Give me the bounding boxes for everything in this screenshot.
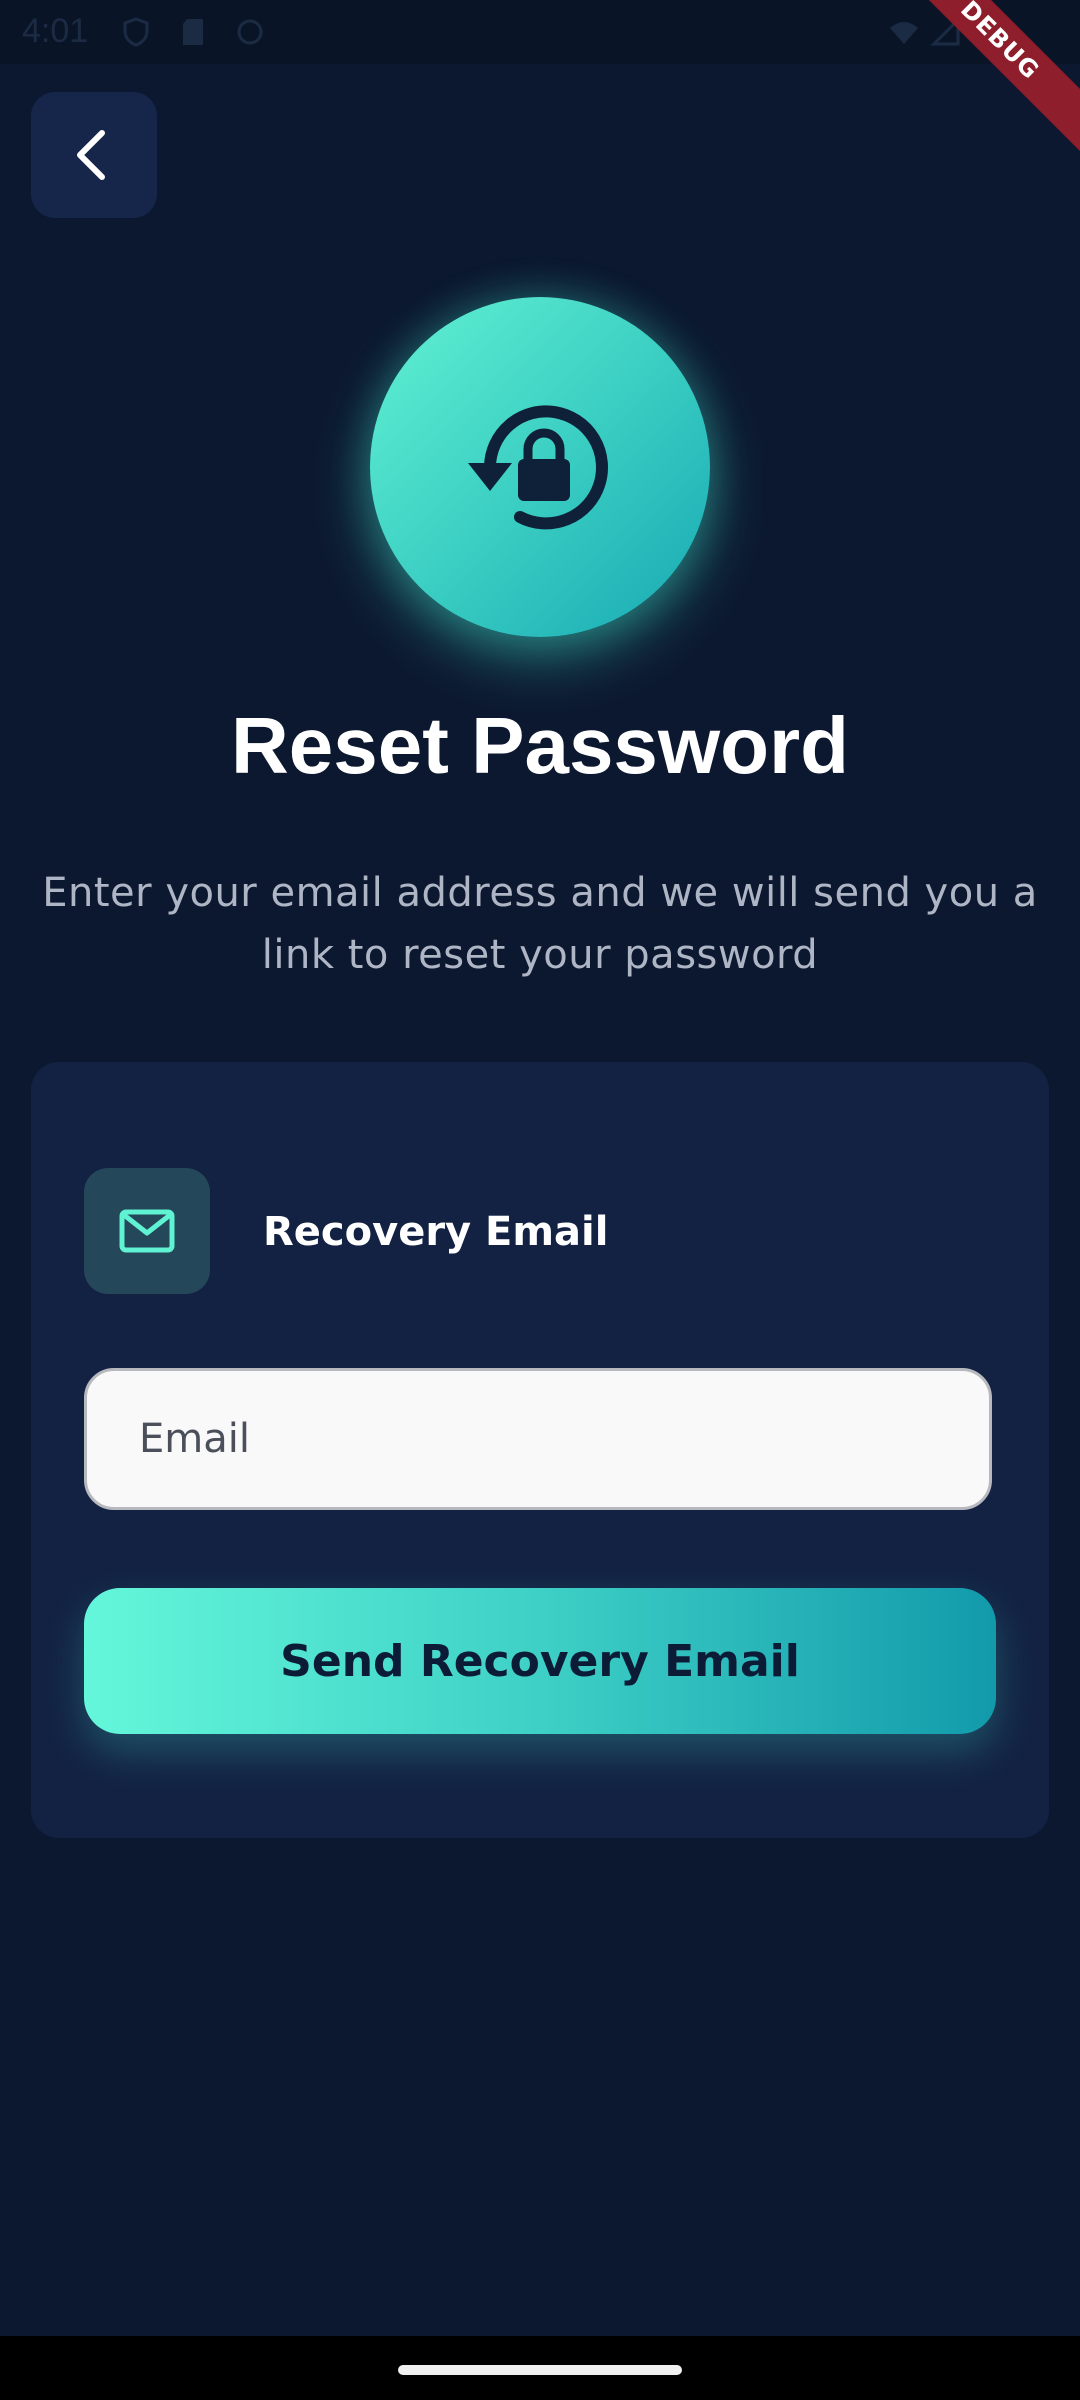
mail-icon-box (84, 1168, 210, 1294)
recovery-card: Recovery Email Send Recovery Email (31, 1062, 1049, 1838)
page-title: Reset Password (230, 701, 850, 790)
status-bar: 4:01 DEBUG (0, 0, 1080, 162)
reset-password-screen: 4:01 DEBUG Reset Password Enter your ema… (0, 0, 1080, 2400)
hero-icon-circle (370, 297, 710, 637)
back-button[interactable] (31, 92, 157, 218)
page-subtitle: Enter your email address and we will sen… (42, 870, 1038, 978)
shield-icon (123, 17, 149, 47)
navigation-bar (0, 2336, 1080, 2400)
chevron-left-icon (77, 130, 105, 180)
mail-icon (119, 1209, 175, 1253)
home-indicator[interactable] (398, 2365, 682, 2375)
lock-reset-icon (468, 405, 608, 530)
email-field[interactable] (84, 1368, 992, 1510)
wifi-icon (890, 22, 918, 44)
section-label: Recovery Email (263, 1209, 609, 1255)
sd-card-icon (183, 19, 203, 45)
send-recovery-email-button[interactable]: Send Recovery Email (84, 1588, 996, 1734)
sync-icon (237, 19, 263, 45)
status-time: 4:01 (22, 12, 89, 50)
